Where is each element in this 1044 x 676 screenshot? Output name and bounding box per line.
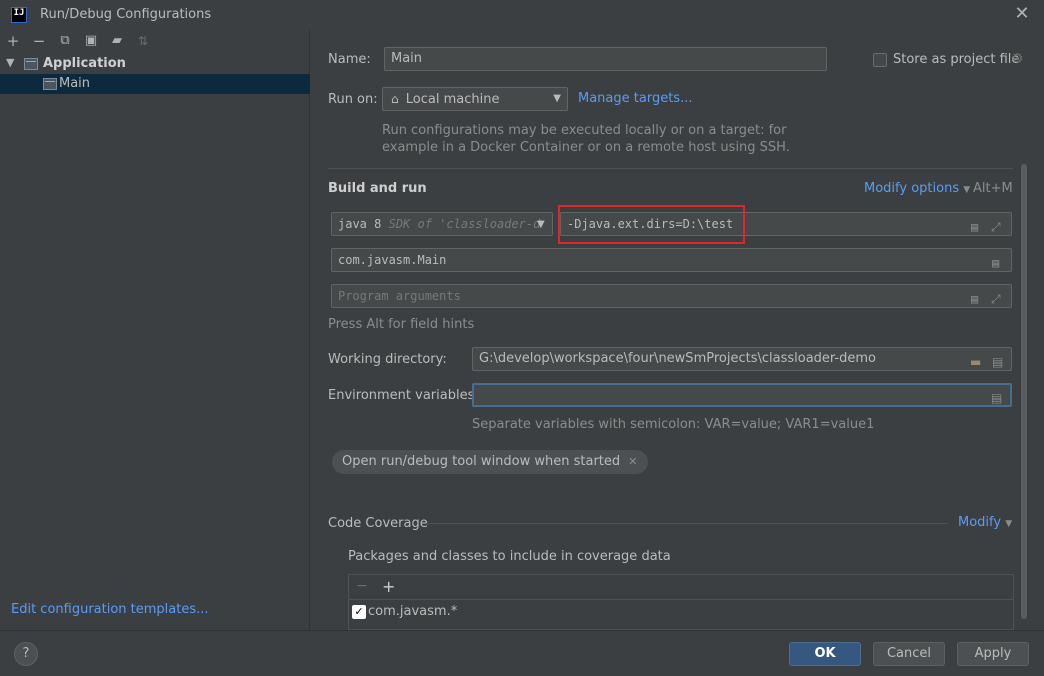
expand-text-icon[interactable]: ▤ [971, 216, 978, 238]
program-arguments-field[interactable]: Program arguments ▤ ⤢ [331, 284, 1012, 308]
modify-options-link[interactable]: Modify options ▼ [864, 181, 970, 196]
edit-env-icon[interactable]: ▤ [991, 387, 1002, 409]
browse-class-icon[interactable]: ▤ [992, 252, 999, 274]
run-on-value: Local machine [405, 92, 500, 107]
coverage-item-label: com.javasm.* [368, 604, 458, 619]
store-as-project-label: Store as project file [893, 52, 1020, 67]
expand-field-icon[interactable]: ⤢ [991, 288, 1001, 310]
close-icon[interactable]: ✕ [1012, 4, 1032, 24]
coverage-item-checkbox[interactable]: ✓ [352, 605, 366, 619]
section-divider [328, 168, 1013, 169]
coverage-modify-label: Modify [958, 515, 1002, 530]
close-icon[interactable]: ✕ [628, 455, 637, 468]
jdk-value: java 8 [338, 217, 382, 231]
modify-options-shortcut: Alt+M [973, 181, 1013, 196]
environment-variables-label: Environment variables: [328, 388, 479, 403]
code-coverage-title: Code Coverage [328, 516, 428, 531]
run-on-note-line-2: example in a Docker Container or on a re… [382, 140, 790, 155]
coverage-modify-link[interactable]: Modify ▼ [958, 515, 1012, 530]
modify-options-label: Modify options [864, 181, 960, 196]
copy-icon[interactable]: ⧉ [57, 33, 73, 49]
remove-icon[interactable]: − [31, 33, 47, 49]
run-config-icon [43, 78, 57, 90]
run-on-note-line-1: Run configurations may be executed local… [382, 123, 787, 138]
vertical-scrollbar[interactable] [1021, 164, 1027, 619]
expand-field-icon[interactable]: ⤢ [991, 216, 1001, 238]
folder-icon[interactable]: ▬ [970, 351, 981, 373]
working-directory-field[interactable]: G:\develop\workspace\four\newSmProjects\… [472, 347, 1012, 371]
jdk-select[interactable]: java 8 SDK of 'classloader-d [331, 212, 553, 236]
manage-targets-link[interactable]: Manage targets... [578, 91, 692, 106]
application-icon [24, 58, 38, 70]
chip-label: Open run/debug tool window when started [342, 454, 621, 469]
macros-icon[interactable]: ▤ [992, 351, 1003, 373]
apply-button[interactable]: Apply [957, 642, 1029, 666]
build-run-title: Build and run [328, 181, 427, 196]
expand-text-icon[interactable]: ▤ [971, 288, 978, 310]
main-class-value: com.javasm.Main [338, 253, 447, 267]
edit-templates-link[interactable]: Edit configuration templates... [11, 602, 209, 617]
help-button[interactable]: ? [14, 642, 38, 666]
tree-item-main[interactable]: Main [0, 74, 310, 94]
name-field[interactable]: Main [384, 47, 827, 71]
coverage-list-divider [349, 599, 1013, 600]
chevron-down-icon[interactable]: ▼ [6, 56, 14, 69]
coverage-divider [426, 523, 948, 524]
chevron-down-icon: ▼ [963, 185, 971, 195]
add-icon[interactable]: + [382, 577, 395, 596]
jdk-sdk-detail: SDK of 'classloader-d [388, 217, 541, 231]
chevron-down-icon: ▼ [1005, 519, 1013, 529]
chevron-down-icon: ▼ [553, 93, 561, 104]
highlight-annotation-box [558, 205, 745, 244]
program-arguments-placeholder: Program arguments [338, 289, 461, 303]
remove-icon: − [356, 578, 368, 594]
configurations-sidebar [0, 30, 310, 630]
field-hints-text: Press Alt for field hints [328, 317, 475, 332]
tree-group-label: Application [43, 56, 126, 71]
sort-icon: ⇅ [137, 34, 149, 48]
run-on-select[interactable]: ⌂ Local machine ▼ [382, 87, 568, 111]
open-tool-window-chip: Open run/debug tool window when started … [332, 450, 648, 474]
store-as-project-checkbox[interactable] [873, 53, 887, 67]
main-class-field[interactable]: com.javasm.Main ▤ [331, 248, 1012, 272]
name-label: Name: [328, 52, 371, 67]
working-directory-label: Working directory: [328, 352, 447, 367]
environment-variables-note: Separate variables with semicolon: VAR=v… [472, 417, 875, 432]
packages-label: Packages and classes to include in cover… [348, 549, 671, 564]
add-icon[interactable]: + [5, 33, 21, 49]
intellij-app-icon: IJ [11, 7, 27, 23]
tree-group-application[interactable]: ▼ Application [0, 54, 310, 74]
chevron-down-icon[interactable]: ▼ [537, 219, 545, 230]
run-on-label: Run on: [328, 92, 378, 107]
home-icon: ⌂ [391, 92, 399, 106]
ok-button[interactable]: OK [789, 642, 861, 666]
working-directory-value: G:\develop\workspace\four\newSmProjects\… [479, 351, 876, 366]
window-title: Run/Debug Configurations [40, 7, 212, 22]
cancel-button[interactable]: Cancel [873, 642, 945, 666]
coverage-list [348, 574, 1014, 630]
folder-add-icon[interactable]: ▰ [109, 33, 125, 49]
gear-icon[interactable]: ⚙ [1011, 51, 1024, 67]
tree-item-label: Main [59, 76, 91, 91]
save-icon[interactable]: ▣ [83, 33, 99, 49]
environment-variables-field[interactable]: ▤ [472, 383, 1012, 407]
